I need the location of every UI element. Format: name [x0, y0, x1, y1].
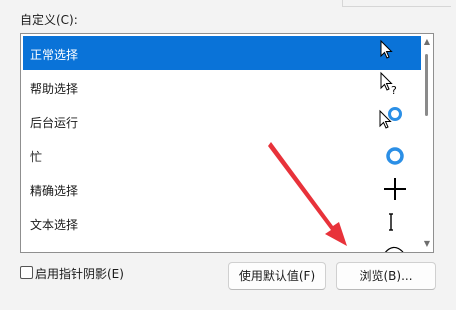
precision-crosshair-icon — [384, 178, 406, 200]
scroll-up-icon[interactable]: ▲ — [421, 36, 433, 48]
browse-button[interactable]: 浏览(B)... — [336, 262, 436, 290]
handwriting-pen-icon — [384, 246, 404, 252]
arrow-pointer-icon — [380, 39, 393, 59]
pointer-shadow-label: 启用指针阴影(E) — [35, 267, 124, 281]
custom-label: 自定义(C): — [20, 13, 78, 27]
list-item[interactable]: 帮助选择 ? — [23, 70, 421, 104]
top-group-divider — [342, 0, 451, 7]
list-item-label: 后台运行 — [30, 116, 79, 130]
list-item-label: 正常选择 — [30, 48, 79, 62]
list-item[interactable] — [23, 240, 421, 252]
list-item-label: 精确选择 — [30, 184, 79, 198]
use-default-button[interactable]: 使用默认值(F) — [228, 262, 326, 290]
list-item-label: 文本选择 — [30, 218, 79, 232]
text-beam-icon — [389, 213, 393, 231]
help-pointer-icon: ? — [380, 71, 397, 97]
scroll-thumb[interactable] — [425, 54, 428, 116]
list-item[interactable]: 忙 — [23, 138, 421, 172]
working-in-background-icon — [379, 107, 402, 129]
list-item[interactable]: 后台运行 — [23, 104, 421, 138]
busy-ring-icon — [386, 147, 404, 165]
list-item[interactable]: 精确选择 — [23, 172, 421, 206]
checkbox-box[interactable] — [20, 266, 33, 279]
svg-text:?: ? — [391, 84, 397, 97]
cursor-list[interactable]: 正常选择 帮助选择 ? 后台运行 忙 精确选择 文本选择 ▲ ▼ — [20, 33, 434, 253]
list-item-label: 忙 — [30, 150, 43, 164]
list-item[interactable]: 文本选择 — [23, 206, 421, 240]
scroll-down-icon[interactable]: ▼ — [421, 238, 433, 250]
list-item-label: 帮助选择 — [30, 82, 79, 96]
list-scrollbar[interactable]: ▲ ▼ — [421, 34, 433, 252]
list-item[interactable]: 正常选择 — [23, 36, 421, 70]
